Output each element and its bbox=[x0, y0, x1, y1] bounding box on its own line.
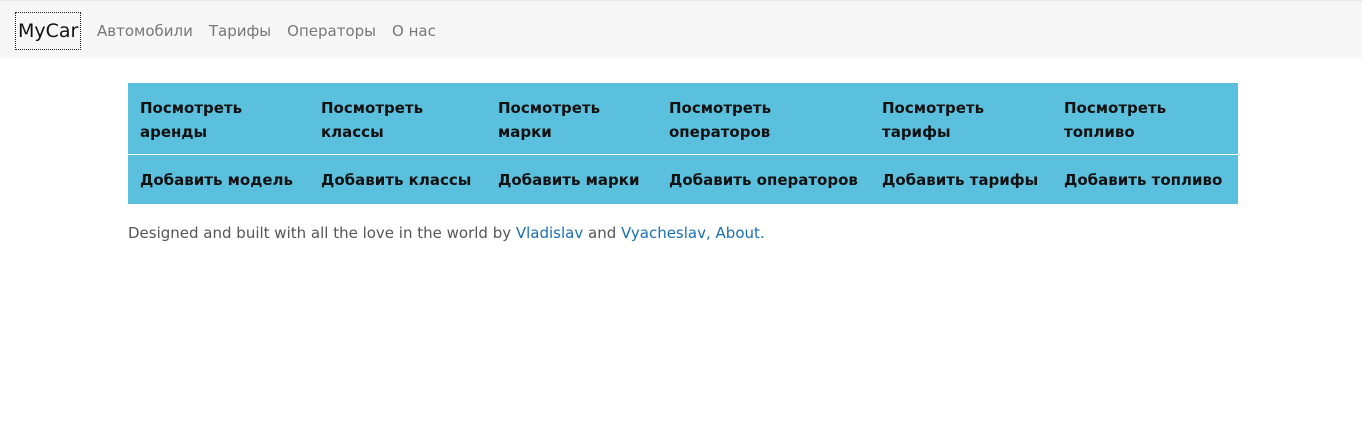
add-fuel-button[interactable]: Добавить топливо bbox=[1052, 155, 1238, 204]
nav-link-about[interactable]: О нас bbox=[392, 22, 436, 40]
add-model-button[interactable]: Добавить модель bbox=[128, 155, 309, 204]
footer-link-vyacheslav[interactable]: Vyacheslav, bbox=[621, 224, 711, 242]
view-rentals-line2: аренды bbox=[140, 123, 208, 141]
add-tariffs-button[interactable]: Добавить тарифы bbox=[870, 155, 1052, 204]
nav-link-cars[interactable]: Автомобили bbox=[97, 22, 193, 40]
footer-text-before: Designed and built with all the love in … bbox=[128, 224, 516, 242]
navbar: MyCar Автомобили Тарифы Операторы О нас bbox=[0, 0, 1362, 58]
view-fuel-button[interactable]: Посмотреть топливо bbox=[1052, 83, 1238, 154]
view-row: Посмотреть аренды Посмотреть классы Посм… bbox=[128, 83, 1238, 155]
footer-link-about[interactable]: About. bbox=[716, 224, 765, 242]
add-classes-button[interactable]: Добавить классы bbox=[309, 155, 486, 204]
nav-link-tariffs[interactable]: Тарифы bbox=[209, 22, 271, 40]
view-classes-line2: классы bbox=[321, 123, 384, 141]
footer-credits: Designed and built with all the love in … bbox=[128, 224, 765, 242]
view-classes-button[interactable]: Посмотреть классы bbox=[309, 83, 486, 154]
view-classes-line1: Посмотреть bbox=[321, 99, 424, 117]
admin-actions-grid: Посмотреть аренды Посмотреть классы Посм… bbox=[128, 83, 1238, 204]
brand-link[interactable]: MyCar bbox=[15, 12, 82, 50]
view-rentals-line1: Посмотреть bbox=[140, 99, 243, 117]
view-brands-line2: марки bbox=[498, 123, 552, 141]
view-operators-line1: Посмотреть bbox=[669, 99, 772, 117]
view-operators-button[interactable]: Посмотреть операторов bbox=[657, 83, 870, 154]
view-tariffs-button[interactable]: Посмотреть тарифы bbox=[870, 83, 1052, 154]
view-rentals-button[interactable]: Посмотреть аренды bbox=[128, 83, 309, 154]
add-brands-button[interactable]: Добавить марки bbox=[486, 155, 657, 204]
nav-link-operators[interactable]: Операторы bbox=[287, 22, 376, 40]
add-operators-button[interactable]: Добавить операторов bbox=[657, 155, 870, 204]
add-row: Добавить модель Добавить классы Добавить… bbox=[128, 155, 1238, 204]
view-brands-button[interactable]: Посмотреть марки bbox=[486, 83, 657, 154]
footer-link-vladislav[interactable]: Vladislav bbox=[516, 224, 583, 242]
view-tariffs-line1: Посмотреть bbox=[882, 99, 985, 117]
view-fuel-line1: Посмотреть bbox=[1064, 99, 1167, 117]
view-tariffs-line2: тарифы bbox=[882, 123, 951, 141]
view-brands-line1: Посмотреть bbox=[498, 99, 601, 117]
view-fuel-line2: топливо bbox=[1064, 123, 1135, 141]
footer-text-middle: and bbox=[583, 224, 622, 242]
view-operators-line2: операторов bbox=[669, 123, 771, 141]
nav-links: Автомобили Тарифы Операторы О нас bbox=[97, 22, 452, 40]
